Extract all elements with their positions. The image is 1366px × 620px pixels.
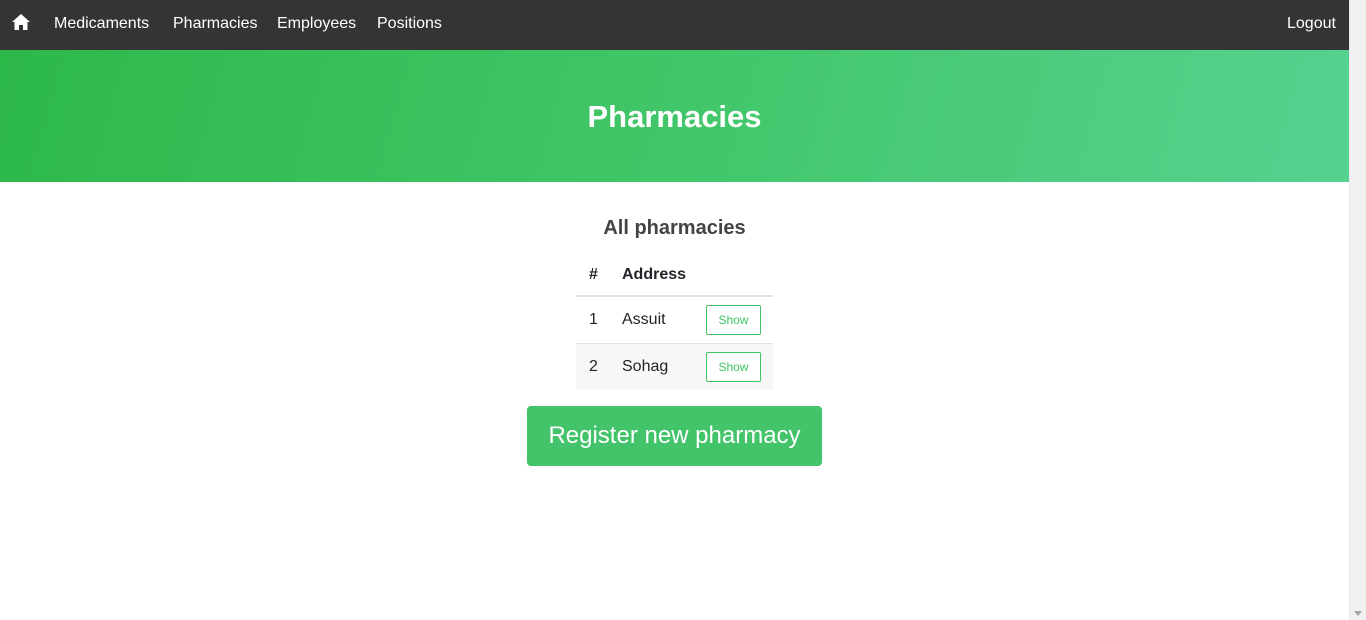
table-row: 1 Assuit Show bbox=[576, 295, 773, 343]
row-actions: Show bbox=[706, 342, 773, 390]
row-actions: Show bbox=[706, 295, 773, 343]
row-number: 1 bbox=[576, 295, 622, 343]
show-button[interactable]: Show bbox=[706, 351, 761, 382]
pharmacies-table-container: # Address 1 Assuit Show 2 Sohag Show bbox=[576, 255, 773, 390]
register-pharmacy-button[interactable]: Register new pharmacy bbox=[527, 406, 822, 466]
nav-link-positions[interactable]: Positions bbox=[377, 14, 442, 34]
table-row: 2 Sohag Show bbox=[576, 342, 773, 390]
show-button[interactable]: Show bbox=[706, 304, 761, 335]
nav-link-medicaments[interactable]: Medicaments bbox=[54, 14, 149, 34]
row-address: Sohag bbox=[622, 342, 706, 390]
scroll-down-arrow-icon[interactable] bbox=[1354, 611, 1362, 616]
row-address: Assuit bbox=[622, 295, 706, 343]
nav-link-employees[interactable]: Employees bbox=[277, 14, 356, 34]
page-title: Pharmacies bbox=[587, 99, 762, 134]
table-header-row: # Address bbox=[576, 255, 773, 297]
row-number: 2 bbox=[576, 342, 622, 390]
top-navbar: Medicaments Pharmacies Employees Positio… bbox=[0, 0, 1349, 50]
section-title: All pharmacies bbox=[603, 217, 746, 239]
hero-banner: Pharmacies bbox=[0, 50, 1349, 182]
logout-link[interactable]: Logout bbox=[1287, 14, 1336, 34]
column-header-address: Address bbox=[622, 255, 706, 297]
vertical-scrollbar[interactable] bbox=[1349, 0, 1366, 620]
column-header-number: # bbox=[576, 255, 622, 297]
column-header-actions bbox=[706, 255, 773, 297]
home-icon[interactable] bbox=[12, 14, 30, 34]
page: Medicaments Pharmacies Employees Positio… bbox=[0, 0, 1349, 620]
nav-link-pharmacies[interactable]: Pharmacies bbox=[173, 14, 257, 34]
pharmacies-table: # Address 1 Assuit Show 2 Sohag Show bbox=[576, 255, 773, 390]
